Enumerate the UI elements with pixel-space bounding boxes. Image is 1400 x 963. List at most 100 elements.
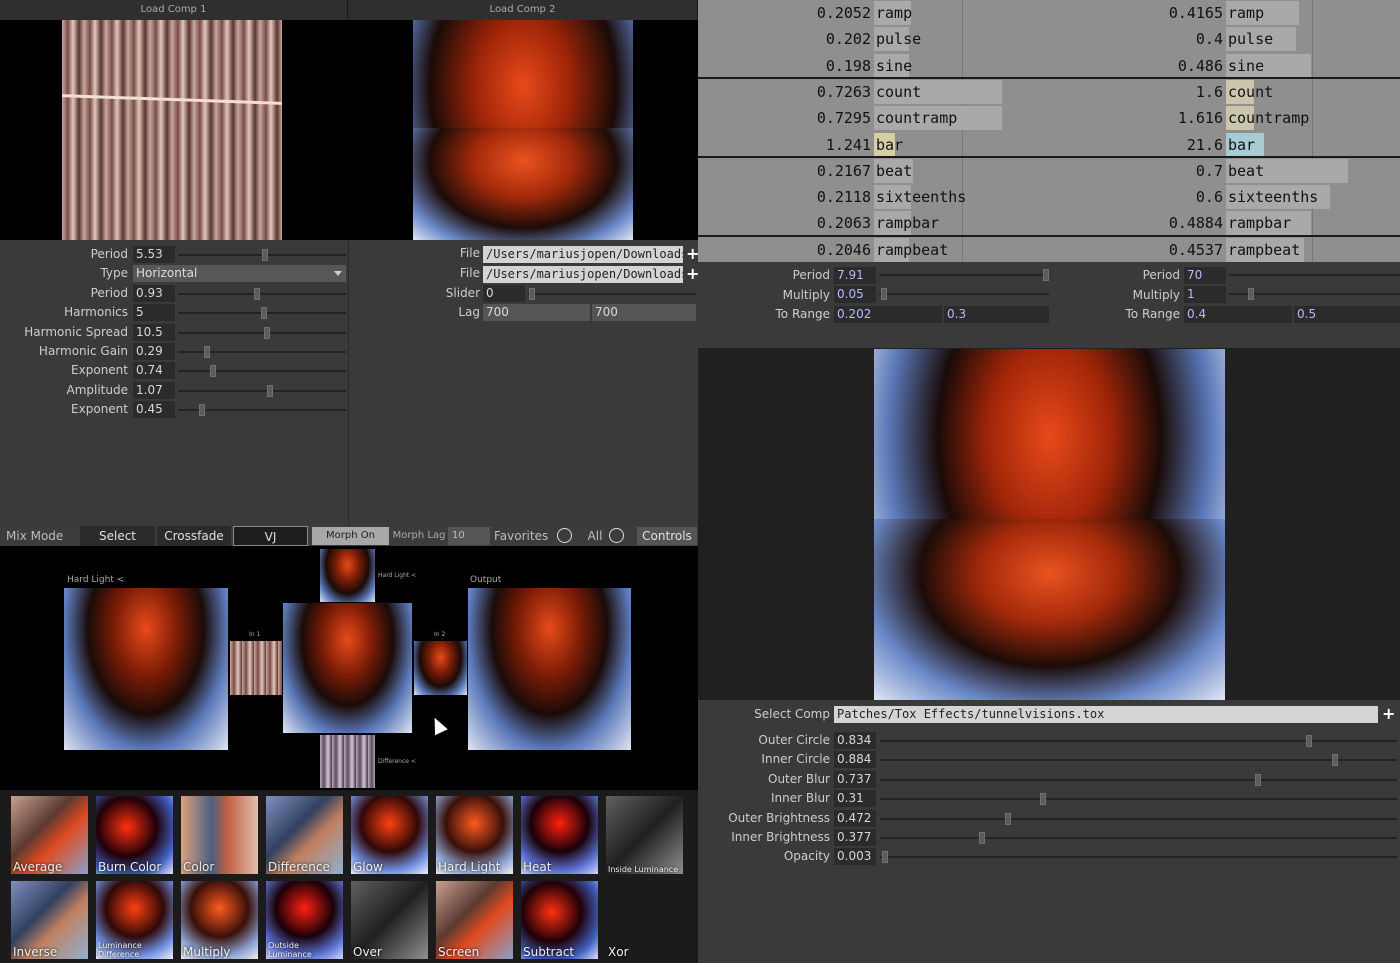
blend-mode-tile[interactable]: Screen (436, 881, 513, 959)
lfo-left-range-v1[interactable]: 0.202 (834, 306, 942, 323)
blend-mode-tile[interactable]: Over (351, 881, 428, 959)
effect-param-value[interactable]: 0.737 (834, 770, 876, 788)
blend-mode-tile[interactable]: Inside Luminance (606, 796, 683, 874)
controls-button[interactable]: Controls (637, 527, 697, 545)
effect-param-knob[interactable] (1004, 812, 1011, 825)
blend-mode-tile[interactable]: Xor (606, 881, 683, 959)
effect-param-value[interactable]: 0.003 (834, 848, 876, 866)
effect-param-knob[interactable] (1306, 735, 1313, 747)
effect-param-knob[interactable] (1040, 793, 1047, 806)
blend-mode-tile[interactable]: Luminance Difference (96, 881, 173, 959)
vj-button[interactable]: VJ (233, 526, 308, 546)
effect-param-track[interactable] (880, 740, 1397, 742)
comp1-param-knob[interactable] (210, 365, 217, 378)
crossfade-button[interactable]: Crossfade (157, 526, 231, 546)
blend-mode-tile[interactable]: Hard Light (436, 796, 513, 874)
lfo-row[interactable]: 0.4 pulse (0, 26, 1400, 52)
slider-knob[interactable] (529, 288, 535, 300)
effect-param-value[interactable]: 0.472 (834, 809, 876, 827)
comp1-param-value[interactable]: 0.93 (133, 284, 175, 302)
lfo-row[interactable]: 21.6 bar (0, 132, 1400, 158)
lfo-right-range-v1[interactable]: 0.4 (1184, 306, 1292, 323)
lfo-left-multiply-value[interactable]: 0.05 (834, 286, 876, 303)
lfo-right-period-value[interactable]: 70 (1184, 267, 1226, 284)
comp1-type-dropdown[interactable]: Horizontal (133, 265, 346, 283)
comp1-param-knob[interactable] (263, 326, 270, 339)
morph-lag-field[interactable]: 10 (448, 527, 490, 545)
lfo-left-multiply-knob[interactable] (881, 288, 887, 300)
effect-param-value[interactable]: 0.377 (834, 829, 876, 846)
file2-add-icon[interactable]: + (686, 266, 699, 282)
effect-param-value[interactable]: 0.884 (834, 751, 876, 769)
effect-param-knob[interactable] (979, 832, 986, 844)
lfo-right-multiply-knob[interactable] (1248, 288, 1254, 300)
effect-param-value[interactable]: 0.834 (834, 732, 876, 749)
comp1-param-value[interactable]: 0.45 (133, 401, 175, 419)
lfo-right-multiply-track[interactable] (1229, 293, 1400, 295)
effect-param-track[interactable] (880, 817, 1397, 820)
blend-mode-tile[interactable]: Multiply (181, 881, 258, 959)
blend-mode-tile[interactable]: Inverse (11, 881, 88, 959)
favorites-toggle-icon[interactable] (557, 528, 572, 543)
all-toggle-icon[interactable] (609, 528, 624, 543)
lfo-left-range-v2[interactable]: 0.3 (944, 306, 1049, 323)
lfo-right-period-track[interactable] (1229, 274, 1400, 276)
effect-param-track[interactable] (880, 778, 1397, 781)
comp1-param-knob[interactable] (254, 287, 261, 300)
blend-mode-tile[interactable]: Glow (351, 796, 428, 874)
comp1-param-value[interactable]: 5 (133, 304, 175, 322)
effect-param-knob[interactable] (1255, 773, 1262, 786)
slider-value[interactable]: 0 (483, 285, 525, 302)
comp1-param-value[interactable]: 0.29 (133, 343, 175, 360)
comp1-param-knob[interactable] (267, 384, 274, 397)
morph-on-button[interactable]: Morph On (312, 527, 389, 545)
blend-mode-tile[interactable]: Subtract (521, 881, 598, 959)
comp1-param-knob[interactable] (199, 404, 206, 417)
comp1-param-track[interactable] (178, 370, 346, 373)
comp1-param-value[interactable]: 10.5 (133, 323, 175, 341)
effect-param-track[interactable] (880, 759, 1397, 762)
lfo-row[interactable]: 0.4537 rampbeat (0, 237, 1400, 263)
effect-param-track[interactable] (880, 798, 1397, 801)
lag-value-1[interactable]: 700 (483, 304, 590, 321)
select-comp-input[interactable]: Patches/Tox Effects/tunnelvisions.tox (834, 706, 1378, 723)
lfo-row[interactable]: 1.616 countramp (0, 105, 1400, 131)
effect-param-knob[interactable] (882, 851, 888, 864)
lfo-left-period-value[interactable]: 7.91 (834, 267, 876, 284)
lfo-row[interactable]: 0.4165 ramp (0, 0, 1400, 26)
effect-param-value[interactable]: 0.31 (834, 790, 876, 808)
lfo-right-range-label: To Range (1125, 307, 1180, 321)
blend-mode-tile[interactable]: Average (11, 796, 88, 874)
select-comp-add-icon[interactable]: + (1382, 706, 1395, 722)
blend-mode-tile[interactable]: Color (181, 796, 258, 874)
comp1-param-knob[interactable] (260, 307, 267, 320)
lfo-row[interactable]: 0.486 sine (0, 53, 1400, 79)
slider-track[interactable] (528, 293, 696, 295)
lfo-right-multiply-value[interactable]: 1 (1184, 286, 1226, 303)
comp1-param-track[interactable] (178, 389, 346, 392)
blend-mode-tile[interactable]: Difference (266, 796, 343, 874)
blend-mode-label: Outside Luminance (268, 941, 312, 959)
select-button[interactable]: Select (80, 526, 155, 546)
lag-value-2[interactable]: 700 (592, 304, 696, 321)
lfo-row[interactable]: 0.4884 rampbar (0, 210, 1400, 236)
blend-mode-tile[interactable]: Heat (521, 796, 598, 874)
lfo-left-period-track[interactable] (879, 274, 1049, 276)
comp1-param-track[interactable] (178, 292, 346, 295)
lfo-row[interactable]: 0.6 sixteenths (0, 184, 1400, 210)
blend-mode-tile[interactable]: Outside Luminance (266, 881, 343, 959)
lfo-row[interactable]: 1.6 count (0, 79, 1400, 105)
comp1-param-track[interactable] (178, 331, 346, 334)
lfo-left-multiply-track[interactable] (879, 293, 1049, 295)
effect-param-track[interactable] (880, 856, 1397, 859)
comp1-param-value[interactable]: 1.07 (133, 381, 175, 399)
comp1-param-knob[interactable] (203, 346, 210, 358)
blend-mode-tile[interactable]: Burn Color (96, 796, 173, 874)
comp1-param-value[interactable]: 0.74 (133, 362, 175, 380)
effect-param-track[interactable] (880, 837, 1397, 839)
lfo-row[interactable]: 0.7 beat (0, 158, 1400, 184)
lfo-right-range-v2[interactable]: 0.5 (1294, 306, 1400, 323)
file2-input[interactable]: /Users/mariusjopen/Downloads/ (483, 266, 683, 283)
effect-param-knob[interactable] (1331, 754, 1338, 767)
lfo-left-period-knob[interactable] (1043, 269, 1049, 281)
